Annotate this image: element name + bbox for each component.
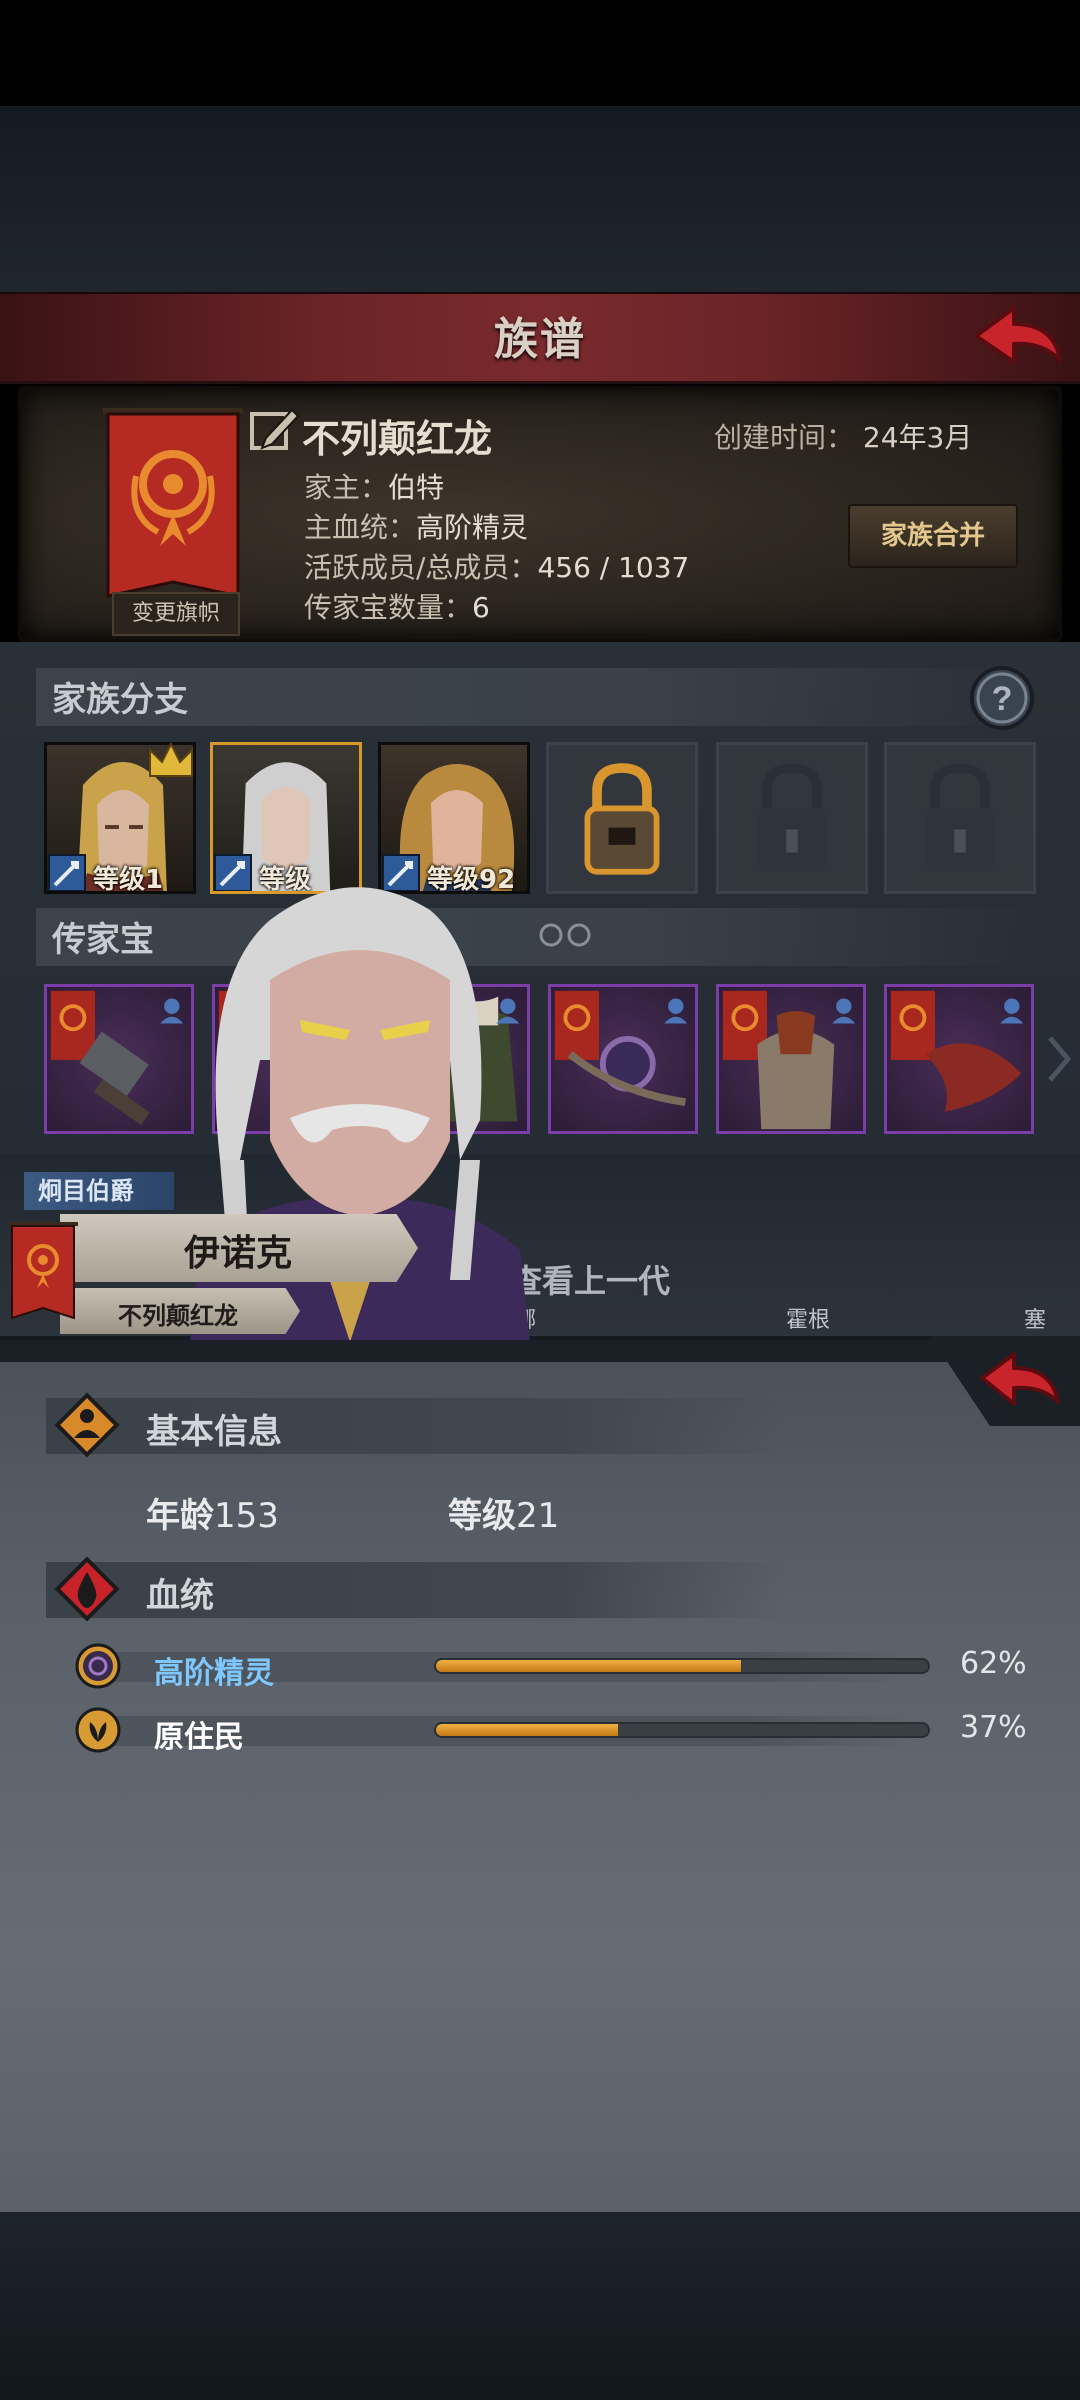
branch-slot-5[interactable]	[716, 742, 868, 894]
top-backdrop	[0, 106, 1080, 292]
bloodline-bar-fill-1	[436, 1660, 742, 1672]
bloodline-title: 血统	[146, 1576, 214, 1616]
branch-locked-6	[884, 742, 1036, 894]
lock-icon	[757, 763, 827, 872]
character-clan: 不列颠红龙	[118, 1302, 238, 1330]
bloodline-percent-1: 62%	[960, 1646, 1027, 1681]
character-name: 伊诺克	[184, 1233, 293, 1274]
branch-slot-4[interactable]	[546, 742, 698, 894]
family-head: 家主：伯特	[304, 466, 444, 506]
gold-lock-icon	[584, 763, 660, 875]
level-value: 21	[516, 1496, 560, 1536]
bottom-backdrop	[0, 2212, 1080, 2400]
staff-icon	[554, 990, 688, 1107]
heirlooms-label: 传家宝数量：	[304, 591, 473, 624]
bloodline-bar-1	[434, 1658, 930, 1674]
page-title: 族谱	[494, 314, 586, 365]
bloodline-name-2: 原住民	[154, 1720, 244, 1755]
bloodline-label: 主血统：	[304, 511, 417, 544]
level-label: 等级	[448, 1496, 516, 1536]
svg-text:?: ?	[992, 680, 1013, 718]
branch-locked-4	[546, 742, 698, 894]
bloodline-bar-fill-2	[436, 1724, 619, 1736]
chevron-right-icon[interactable]	[1046, 1034, 1072, 1084]
age-stat: 年龄153	[146, 1488, 279, 1537]
blood-drop-diamond-icon	[54, 1556, 120, 1622]
created-label: 创建时间：	[714, 421, 855, 454]
native-icon	[75, 1707, 121, 1753]
close-panel-arrow-icon[interactable]	[930, 1336, 1080, 1426]
lock-icon	[925, 763, 995, 872]
sword-class-icon	[48, 854, 86, 891]
heirloom-item-6[interactable]	[884, 984, 1034, 1134]
heirloom-item-5[interactable]	[716, 984, 866, 1134]
branch-locked-5	[716, 742, 868, 894]
created-value: 24年3月	[862, 421, 973, 454]
back-arrow-icon[interactable]	[968, 298, 1068, 378]
change-banner-button[interactable]: 变更旗帜	[112, 592, 240, 636]
help-icon[interactable]: ?	[968, 664, 1036, 732]
tree-member-name-2[interactable]: 霍根	[786, 1302, 830, 1334]
person-diamond-icon	[54, 1392, 120, 1458]
header-bar: 族谱	[0, 292, 1080, 384]
head-value: 伯特	[388, 471, 445, 504]
age-label: 年龄	[146, 1496, 214, 1536]
edit-name-icon[interactable]	[248, 404, 300, 456]
created-time: 创建时间： 24年3月	[714, 416, 972, 456]
info-panel-edge	[0, 1340, 1080, 1362]
family-name: 不列颠红龙	[302, 417, 493, 461]
bloodline-bar-2	[434, 1722, 930, 1738]
branches-title: 家族分支	[52, 680, 188, 720]
family-merge-button[interactable]: 家族合并	[848, 504, 1018, 568]
crown-icon	[149, 742, 193, 777]
basic-info-title: 基本信息	[146, 1412, 282, 1452]
bloodline-row-1: 高阶精灵 62%	[74, 1642, 1044, 1694]
family-heirloom-count: 传家宝数量：6	[304, 586, 490, 626]
clan-banner-icon	[8, 1222, 78, 1320]
dragon-scale-icon	[890, 990, 1024, 1112]
members-value: 456 / 1037	[537, 551, 690, 584]
family-members: 活跃成员/总成员：456 / 1037	[304, 546, 689, 586]
bloodline-value: 高阶精灵	[416, 511, 529, 544]
armor-icon	[722, 990, 856, 1130]
bloodline-name-1: 高阶精灵	[154, 1656, 274, 1691]
info-panel	[0, 1340, 1080, 2212]
family-bloodline: 主血统：高阶精灵	[304, 506, 528, 546]
heirloom-item-4[interactable]	[548, 984, 698, 1134]
status-bar	[0, 0, 1080, 106]
age-value: 153	[214, 1496, 279, 1536]
bloodline-percent-2: 37%	[960, 1710, 1027, 1745]
bloodline-row-2: 原住民 37%	[74, 1706, 1044, 1758]
branch-level-1: 等级1	[93, 865, 164, 894]
heirlooms-value: 6	[472, 591, 490, 624]
branch-slot-6[interactable]	[884, 742, 1036, 894]
heirlooms-title: 传家宝	[52, 920, 154, 960]
screen: 族谱 变更旗帜 不列颠红龙 创建时间： 24年3月 家主：伯特 主血统：高阶精灵…	[0, 0, 1080, 2400]
high-elf-icon	[75, 1643, 121, 1689]
members-label: 活跃成员/总成员：	[304, 551, 538, 584]
level-stat: 等级21	[448, 1488, 559, 1537]
character-title: 炯目伯爵	[24, 1172, 174, 1210]
head-label: 家主：	[304, 471, 389, 504]
